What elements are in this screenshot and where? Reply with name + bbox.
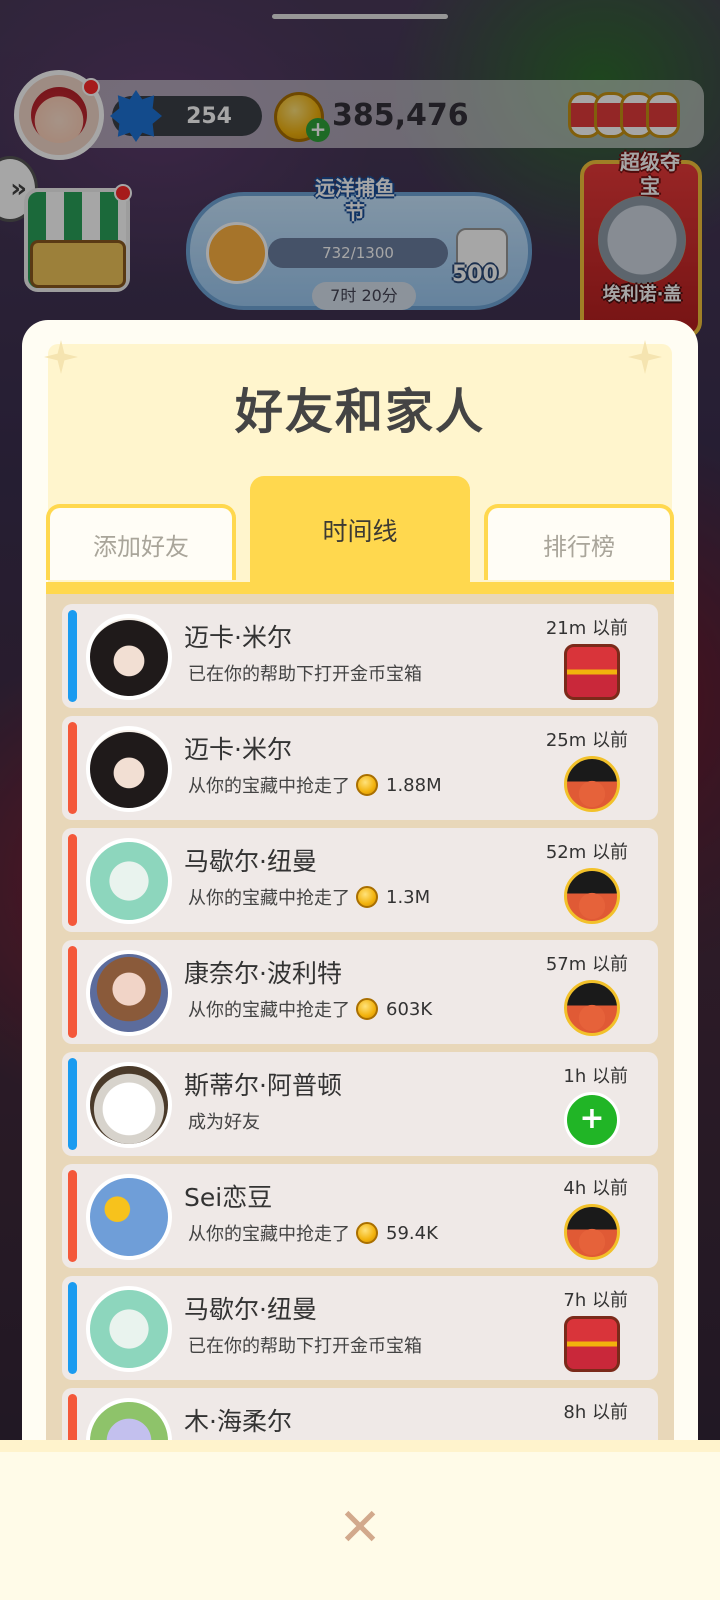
- timeline-row[interactable]: 斯蒂尔·阿普顿成为好友 1h 以前 +: [62, 1052, 658, 1156]
- row-type-stripe: [68, 946, 77, 1038]
- event-description: 已在你的帮助下打开金币宝箱: [188, 1336, 422, 1357]
- event-time: 7h 以前: [563, 1290, 628, 1311]
- event-description: 从你的宝藏中抢走了 1.88M: [188, 774, 442, 797]
- event-description: 从你的宝藏中抢走了 603K: [188, 998, 433, 1021]
- timeline-row[interactable]: Sei恋豆从你的宝藏中抢走了 59.4K 4h 以前: [62, 1164, 658, 1268]
- stolen-amount: 603K: [386, 998, 433, 1020]
- friend-avatar[interactable]: [86, 950, 172, 1036]
- stolen-amount: 59.4K: [386, 1222, 438, 1244]
- friend-avatar[interactable]: [86, 1286, 172, 1372]
- friend-name: 斯蒂尔·阿普顿: [184, 1071, 342, 1100]
- event-time: 25m 以前: [545, 730, 628, 751]
- stolen-amount: 1.88M: [386, 774, 442, 796]
- friend-avatar[interactable]: [86, 614, 172, 700]
- event-description: 从你的宝藏中抢走了 1.3M: [188, 886, 431, 909]
- row-type-stripe: [68, 1170, 77, 1262]
- row-type-stripe: [68, 834, 77, 926]
- pirate-icon: [564, 756, 620, 812]
- add-friend-icon[interactable]: +: [564, 1092, 620, 1148]
- chest-icon: [564, 644, 620, 700]
- row-type-stripe: [68, 1058, 77, 1150]
- coin-icon: [356, 998, 378, 1020]
- friend-name: 迈卡·米尔: [184, 623, 292, 652]
- timeline-row[interactable]: 迈卡·米尔从你的宝藏中抢走了 1.88M 25m 以前: [62, 716, 658, 820]
- tab-timeline[interactable]: 时间线: [250, 476, 470, 582]
- friend-name: 马歇尔·纽曼: [184, 1295, 317, 1324]
- friend-name: Sei恋豆: [184, 1183, 273, 1212]
- event-time: 4h 以前: [563, 1178, 628, 1199]
- chest-icon: [564, 1316, 620, 1372]
- row-type-stripe: [68, 722, 77, 814]
- modal-title: 好友和家人: [234, 384, 485, 440]
- tab-add-friend[interactable]: 添加好友: [46, 504, 236, 580]
- friend-name: 康奈尔·波利特: [184, 959, 342, 988]
- event-time: 57m 以前: [545, 954, 628, 975]
- timeline-row[interactable]: 迈卡·米尔已在你的帮助下打开金币宝箱 21m 以前: [62, 604, 658, 708]
- friend-avatar[interactable]: [86, 1174, 172, 1260]
- timeline-row[interactable]: 马歇尔·纽曼已在你的帮助下打开金币宝箱 7h 以前: [62, 1276, 658, 1380]
- friend-avatar[interactable]: [86, 726, 172, 812]
- row-type-stripe: [68, 1282, 77, 1374]
- event-time: 21m 以前: [545, 618, 628, 639]
- coin-icon: [356, 1222, 378, 1244]
- coin-icon: [356, 774, 378, 796]
- tab-underline: [46, 582, 674, 594]
- friend-name: 迈卡·米尔: [184, 735, 292, 764]
- close-icon[interactable]: ✕: [335, 1502, 385, 1554]
- row-type-stripe: [68, 610, 77, 702]
- pirate-icon: [564, 1204, 620, 1260]
- event-description: 已在你的帮助下打开金币宝箱: [188, 664, 422, 685]
- stolen-amount: 1.3M: [386, 886, 431, 908]
- event-time: 8h 以前: [563, 1402, 628, 1423]
- event-description: 成为好友: [188, 1112, 260, 1133]
- friend-name: 马歇尔·纽曼: [184, 847, 317, 876]
- friend-name: 木·海柔尔: [184, 1407, 292, 1436]
- friend-avatar[interactable]: [86, 838, 172, 924]
- event-description: 从你的宝藏中抢走了 59.4K: [188, 1222, 438, 1245]
- friend-avatar[interactable]: [86, 1062, 172, 1148]
- pirate-icon: [564, 868, 620, 924]
- pirate-icon: [564, 980, 620, 1036]
- tab-leaderboard[interactable]: 排行榜: [484, 504, 674, 580]
- event-time: 52m 以前: [545, 842, 628, 863]
- coin-icon: [356, 886, 378, 908]
- timeline-row[interactable]: 马歇尔·纽曼从你的宝藏中抢走了 1.3M 52m 以前: [62, 828, 658, 932]
- event-time: 1h 以前: [563, 1066, 628, 1087]
- timeline-row[interactable]: 康奈尔·波利特从你的宝藏中抢走了 603K 57m 以前: [62, 940, 658, 1044]
